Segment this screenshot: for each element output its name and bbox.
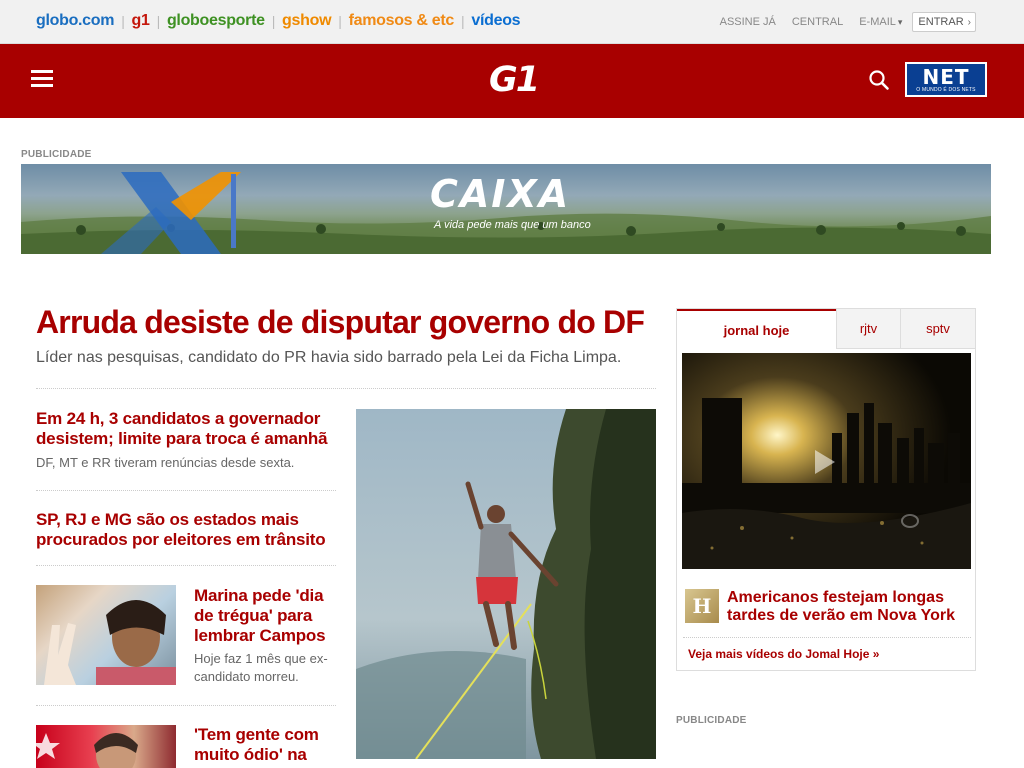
g1-header: G1 NET O MUNDO É DOS NETS bbox=[0, 44, 1024, 118]
sidebar-ad-label: PUBLICIDADE bbox=[676, 715, 747, 726]
marina-photo[interactable] bbox=[36, 585, 176, 685]
globo-account-links: ASSINE JÁ CENTRAL E-MAIL ▾ ENTRAR › bbox=[704, 12, 976, 32]
more-videos-link[interactable]: Veja mais vídeos do Jomal Hoje » bbox=[688, 647, 879, 661]
dilma-photo-art bbox=[36, 733, 138, 768]
link-separator: | bbox=[121, 13, 125, 29]
story-4-title[interactable]: 'Tem gente com muito ódio' na bbox=[194, 725, 344, 765]
net-logo[interactable]: NET O MUNDO É DOS NETS bbox=[905, 62, 987, 97]
globo-network-links: globo.com | g1 | globoesporte | gshow | famosos … bbox=[36, 12, 521, 30]
assine-link[interactable]: ASSINE JÁ bbox=[720, 16, 776, 28]
ad-label: PUBLICIDADE bbox=[21, 149, 92, 160]
video-tabs: jornal hoje rjtv sptv bbox=[677, 309, 975, 349]
chevron-right-icon: › bbox=[967, 16, 971, 28]
email-label: E-MAIL bbox=[859, 16, 896, 28]
story-1-title[interactable]: Em 24 h, 3 candidatos a governador desis… bbox=[36, 409, 346, 449]
caixa-slogan: A vida pede mais que um banco bbox=[434, 219, 591, 231]
story-divider bbox=[36, 705, 336, 706]
story-2-title[interactable]: SP, RJ e MG são os estados mais procurad… bbox=[36, 510, 346, 550]
entrar-label: ENTRAR bbox=[918, 16, 964, 28]
caixa-ad-banner[interactable]: CAIXA A vida pede mais que um banco bbox=[21, 164, 991, 254]
link-separator: | bbox=[461, 13, 465, 29]
main-headline[interactable]: Arruda desiste de disputar governo do DF bbox=[36, 304, 645, 341]
globo-top-bar: globo.com | g1 | globoesporte | gshow | famosos … bbox=[0, 0, 1024, 44]
video-player[interactable] bbox=[682, 353, 971, 569]
video-title[interactable]: Americanos festejam longas tardes de ver… bbox=[727, 589, 967, 625]
g1-logo[interactable]: G1 bbox=[489, 60, 540, 100]
globo-watermark-icon bbox=[901, 514, 919, 528]
jornal-hoje-icon: H bbox=[685, 589, 719, 623]
caixa-brand: CAIXA bbox=[430, 172, 571, 216]
video-widget: jornal hoje rjtv sptv H Americanos feste… bbox=[676, 308, 976, 671]
tab-jornal-hoje[interactable]: jornal hoje bbox=[677, 309, 836, 349]
email-dropdown[interactable]: E-MAIL ▾ bbox=[859, 16, 902, 28]
story-3-title[interactable]: Marina pede 'dia de trégua' para lembrar… bbox=[194, 586, 344, 646]
gshow-link[interactable]: gshow bbox=[282, 12, 331, 30]
story-3-subtitle: Hoje faz 1 mês que ex-candidato morreu. bbox=[194, 651, 328, 684]
globo-com-link[interactable]: globo.com bbox=[36, 12, 114, 30]
story-divider bbox=[36, 565, 336, 566]
net-tagline: O MUNDO É DOS NETS bbox=[916, 87, 976, 93]
story-divider bbox=[36, 490, 336, 491]
slackline-photo[interactable] bbox=[356, 409, 656, 759]
link-separator: | bbox=[338, 13, 342, 29]
caixa-x-logo bbox=[101, 172, 241, 254]
famosos-link[interactable]: famosos & etc bbox=[349, 12, 455, 30]
tab-sptv[interactable]: sptv bbox=[900, 309, 975, 349]
ad-divider-bar bbox=[231, 174, 236, 248]
video-divider bbox=[683, 637, 971, 638]
main-subheadline: Líder nas pesquisas, candidato do PR hav… bbox=[36, 349, 622, 366]
link-separator: | bbox=[271, 13, 276, 29]
story-1-subtitle: DF, MT e RR tiveram renúncias desde sext… bbox=[36, 455, 295, 470]
central-link[interactable]: CENTRAL bbox=[792, 16, 843, 28]
entrar-button[interactable]: ENTRAR › bbox=[912, 12, 976, 32]
marina-photo-art bbox=[44, 600, 176, 685]
play-icon[interactable] bbox=[815, 450, 835, 474]
menu-icon[interactable] bbox=[31, 70, 53, 88]
dilma-photo[interactable] bbox=[36, 725, 176, 768]
g1-link[interactable]: g1 bbox=[132, 12, 150, 30]
tab-rjtv[interactable]: rjtv bbox=[836, 309, 900, 349]
slackline-photo-art bbox=[356, 409, 656, 759]
videos-link[interactable]: vídeos bbox=[471, 12, 520, 30]
link-separator: | bbox=[156, 13, 161, 29]
search-icon[interactable] bbox=[868, 69, 890, 91]
globoesporte-link[interactable]: globoesporte bbox=[167, 12, 265, 30]
net-logo-text: NET bbox=[922, 65, 970, 89]
headline-divider bbox=[36, 388, 656, 389]
chevron-down-icon: ▾ bbox=[897, 17, 903, 27]
